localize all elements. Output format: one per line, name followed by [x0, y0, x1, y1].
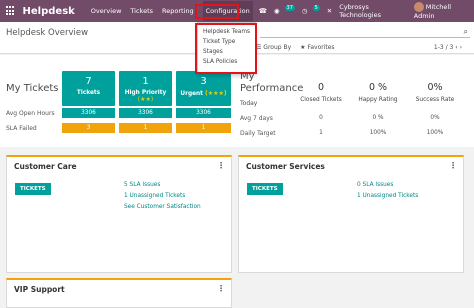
sla-issues-link[interactable]: 5 SLA Issues — [124, 182, 160, 188]
avg-hours-urgent[interactable]: 3306 — [176, 108, 231, 118]
tickets-button[interactable]: TICKETS — [15, 183, 51, 195]
app-name[interactable]: Helpdesk — [23, 6, 75, 17]
sla-failed-high[interactable]: 1 — [119, 123, 172, 133]
customer-satisfaction-link[interactable]: See Customer Satisfaction — [124, 204, 201, 210]
avg-7-days-label: Avg 7 days — [240, 115, 273, 122]
activity-icon[interactable]: ◷ — [302, 7, 308, 15]
menu-tickets[interactable]: Tickets — [130, 7, 153, 15]
happy-target: 100% — [369, 130, 387, 136]
performance-title: My Performance — [240, 71, 304, 94]
notification-badge: 37 — [284, 5, 295, 11]
avg-hours-tickets[interactable]: 3306 — [62, 108, 115, 118]
success-rate-stat: 0% Success Rate — [415, 82, 455, 103]
close-icon[interactable]: ✕ — [327, 7, 332, 15]
page-title: Helpdesk Overview — [6, 28, 89, 38]
sla-issues-link[interactable]: 0 SLA Issues — [357, 182, 393, 188]
team-card-customer-care[interactable]: Customer Care ⋮ TICKETS 5 SLA Issues 1 U… — [6, 155, 232, 273]
stars-icon: (★★★) — [204, 90, 227, 97]
success-target: 100% — [426, 130, 444, 136]
user-menu[interactable]: Mitchell Admin — [413, 2, 469, 20]
success-avg: 0% — [430, 115, 440, 121]
avatar — [413, 2, 424, 12]
favorites-button[interactable]: ★ Favorites — [300, 44, 334, 51]
stars-icon: (★★) — [137, 96, 154, 103]
tile-tickets[interactable]: 7 Tickets — [62, 71, 115, 106]
sla-failed-tickets[interactable]: 3 — [62, 123, 115, 133]
closed-target: 1 — [319, 130, 323, 136]
pager[interactable]: 1-3 / 3 ‹ › — [434, 44, 462, 51]
kebab-menu-icon[interactable]: ⋮ — [217, 161, 225, 170]
group-by-button[interactable]: ☰ Group By — [256, 44, 291, 51]
app-menu-icon[interactable] — [6, 6, 16, 16]
team-name: VIP Support — [14, 285, 65, 294]
sla-failed-urgent[interactable]: 1 — [176, 123, 231, 133]
highlight-configuration — [195, 4, 239, 19]
tickets-button[interactable]: TICKETS — [247, 183, 283, 195]
happy-rating-stat: 0 % Happy Rating — [358, 82, 398, 103]
unassigned-tickets-link[interactable]: 1 Unassigned Tickets — [357, 193, 418, 199]
team-card-customer-services[interactable]: Customer Services ⋮ TICKETS 0 SLA Issues… — [238, 155, 464, 273]
sla-failed-label: SLA Failed — [6, 125, 37, 132]
team-card-vip-support[interactable]: VIP Support ⋮ — [6, 278, 232, 308]
avg-open-hours-label: Avg Open Hours — [6, 110, 55, 117]
closed-avg: 0 — [319, 115, 323, 121]
tile-high-priority[interactable]: 1 High Priority (★★) — [119, 71, 172, 106]
menu-reporting[interactable]: Reporting — [162, 7, 194, 15]
my-tickets-title: My Tickets — [6, 83, 59, 94]
activity-badge: 5 — [312, 5, 320, 11]
phone-icon[interactable]: ☎ — [259, 7, 267, 15]
happy-avg: 0 % — [372, 115, 384, 121]
team-name: Customer Services — [246, 162, 325, 171]
avg-hours-high[interactable]: 3306 — [119, 108, 172, 118]
daily-target-label: Daily Target — [240, 130, 276, 137]
tile-urgent[interactable]: 3 Urgent (★★★) — [176, 71, 231, 106]
performance-today-label: Today — [240, 100, 258, 107]
closed-tickets-stat: 0 Closed Tickets — [300, 82, 342, 103]
kebab-menu-icon[interactable]: ⋮ — [449, 161, 457, 170]
company-switcher[interactable]: Cybrosys Technologies — [339, 3, 407, 19]
team-name: Customer Care — [14, 162, 77, 171]
menu-overview[interactable]: Overview — [91, 7, 122, 15]
chat-icon[interactable]: ◉ — [274, 7, 280, 15]
highlight-dropdown — [195, 23, 257, 74]
unassigned-tickets-link[interactable]: 1 Unassigned Tickets — [124, 193, 185, 199]
search-input[interactable]: ⌕ — [260, 26, 470, 38]
kebab-menu-icon[interactable]: ⋮ — [217, 284, 225, 293]
search-icon[interactable]: ⌕ — [464, 27, 468, 37]
